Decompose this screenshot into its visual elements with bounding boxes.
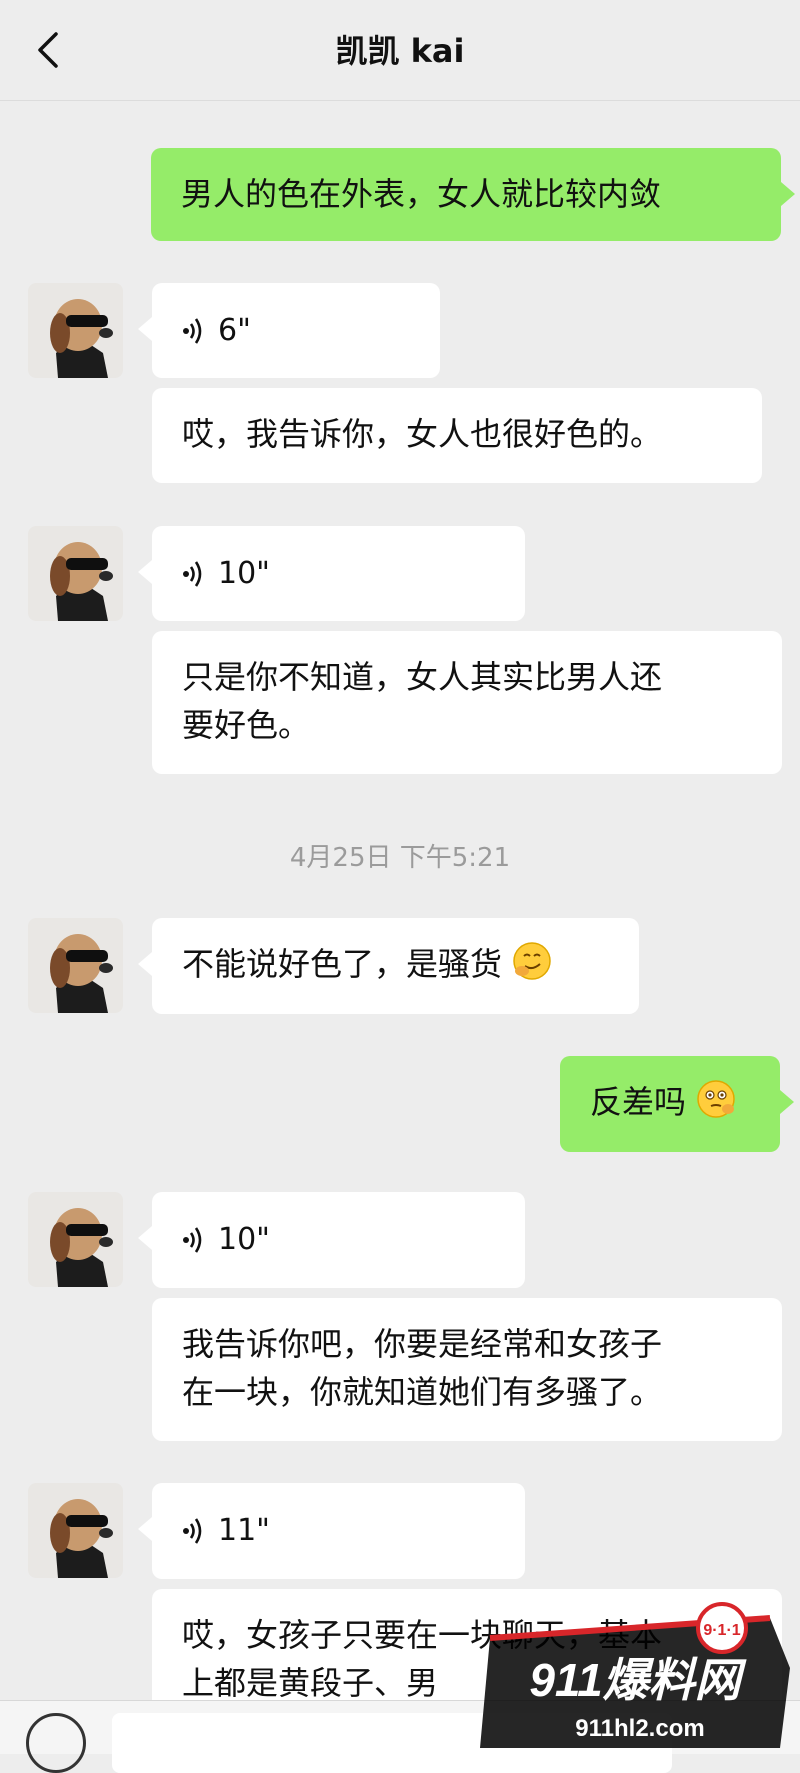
sent-message[interactable]: 男人的色在外表，女人就比较内敛 [151,148,795,241]
voice-wave-icon [183,317,202,344]
voice-wave-icon [183,560,202,587]
voice-message[interactable]: 10" [138,1192,525,1288]
avatar[interactable] [28,1483,123,1578]
avatar[interactable] [28,918,123,1013]
watermark-logo: 9·1·1 911爆料网 911hl2.com [470,1598,800,1753]
voice-message[interactable]: 10" [138,526,525,621]
voice-wave-icon [183,1227,202,1253]
received-message[interactable]: 哎，我告诉你，女人也很好色的。 [152,388,762,483]
message-text: 反差吗 [590,1083,687,1121]
voice-duration: 11" [218,1513,270,1548]
watermark-badge: 9·1·1 [703,1622,740,1639]
received-message[interactable]: 只是你不知道，女人其实比男人还 要好色。 [152,631,782,774]
message-line: 只是你不知道，女人其实比男人还 [182,658,663,696]
voice-duration: 10" [218,555,270,591]
thinking-emoji-icon [697,1080,735,1118]
voice-message[interactable]: 11" [138,1483,525,1579]
watermark-url: 911hl2.com [575,1715,704,1742]
received-message[interactable]: 不能说好色了，是骚货 [138,918,639,1014]
chat-header: 凯凯 kai [0,0,800,101]
received-message[interactable]: 我告诉你吧，你要是经常和女孩子 在一块，你就知道她们有多骚了。 [152,1298,782,1441]
message-line: 我告诉你吧，你要是经常和女孩子 [182,1325,663,1363]
message-line: 要好色。 [182,706,311,744]
message-text: 不能说好色了，是骚货 [182,945,503,983]
smirk-emoji-icon [513,942,551,980]
voice-duration: 6" [218,312,251,348]
chat-title: 凯凯 kai [335,32,465,70]
avatar[interactable] [28,283,123,378]
voice-wave-icon [183,1518,202,1544]
voice-message[interactable]: 6" [138,283,440,378]
voice-duration: 10" [218,1222,270,1257]
message-line: 在一块，你就知道她们有多骚了。 [182,1373,663,1411]
timestamp: 4月25日 下午5:21 [289,843,511,873]
voice-input-toggle-icon[interactable] [26,1713,86,1773]
sent-message[interactable]: 反差吗 [560,1056,794,1152]
message-text: 男人的色在外表，女人就比较内敛 [181,175,662,213]
avatar[interactable] [28,526,123,621]
message-text: 哎，我告诉你，女人也很好色的。 [182,415,663,453]
watermark-brand: 911爆料网 [529,1654,746,1706]
avatar[interactable] [28,1192,123,1287]
